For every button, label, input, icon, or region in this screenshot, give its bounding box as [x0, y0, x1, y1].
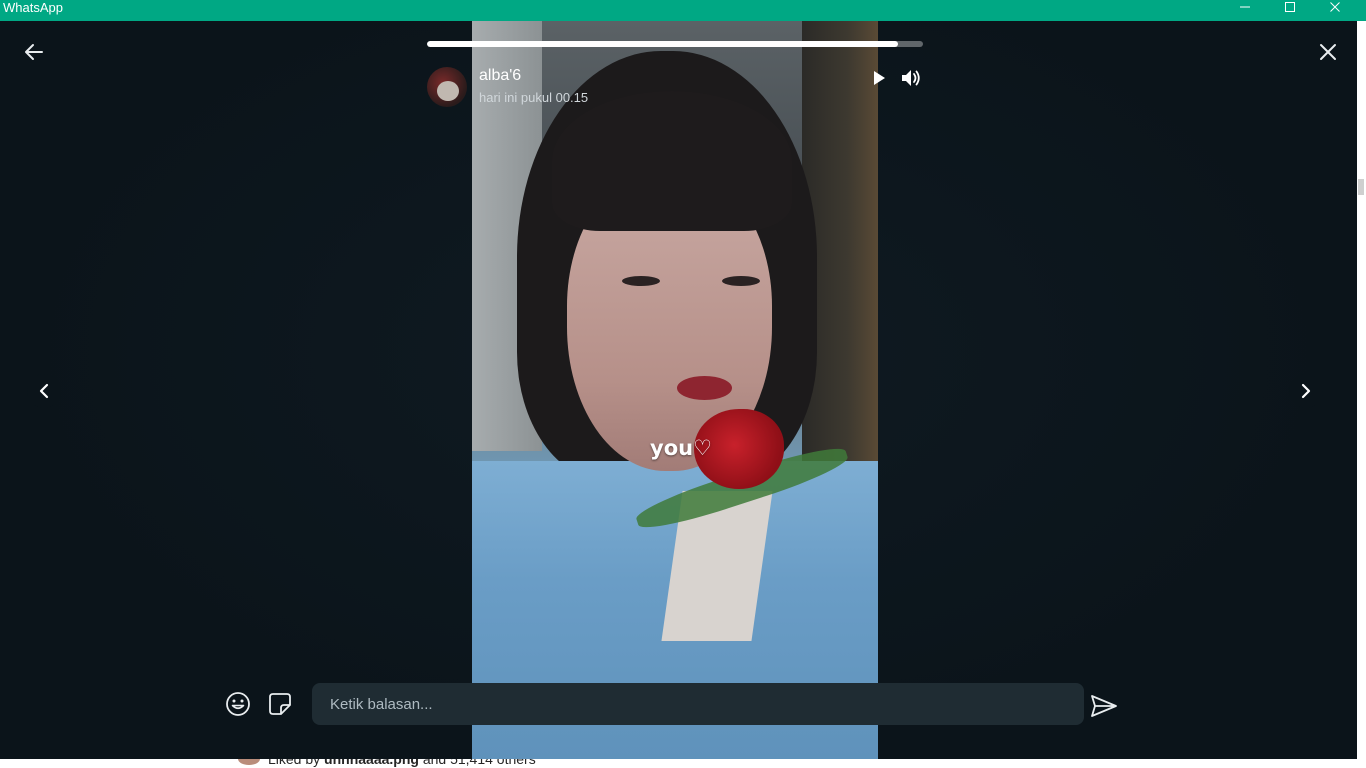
liker-avatar — [238, 759, 260, 765]
reply-input[interactable] — [312, 683, 1084, 725]
status-viewer: you♡ alba'6 hari ini pukul 00.15 — [0, 21, 1357, 759]
liked-by-prefix: Liked by — [268, 759, 321, 767]
background-feed: Liked by unnhaaaa.png and 51,414 others — [0, 759, 1366, 768]
status-progress-bar — [427, 41, 923, 47]
avatar-figure — [437, 81, 459, 101]
window-titlebar: WhatsApp — [0, 0, 1366, 21]
app-title: WhatsApp — [3, 0, 63, 15]
maximize-button[interactable] — [1267, 0, 1312, 21]
status-caption: you♡ — [650, 436, 712, 460]
minimize-button[interactable] — [1222, 0, 1267, 21]
play-button[interactable] — [868, 67, 890, 89]
maximize-icon — [1284, 2, 1295, 12]
window-close-button[interactable] — [1312, 0, 1357, 21]
sticker-button[interactable] — [266, 690, 294, 718]
play-icon — [874, 71, 885, 85]
close-button[interactable] — [1314, 38, 1342, 66]
emoji-button[interactable] — [224, 690, 252, 718]
sticker-icon — [269, 693, 291, 715]
next-status-button[interactable] — [1289, 374, 1323, 408]
send-button[interactable] — [1088, 691, 1120, 721]
close-icon — [1320, 44, 1336, 60]
volume-button[interactable] — [899, 66, 923, 90]
previous-status-button[interactable] — [27, 374, 61, 408]
chevron-right-icon — [1301, 383, 1311, 399]
status-video[interactable]: you♡ — [472, 21, 878, 759]
vertical-scrollbar[interactable] — [1357, 21, 1366, 759]
contact-avatar[interactable] — [427, 67, 467, 107]
video-lips — [677, 376, 732, 400]
status-timestamp: hari ini pukul 00.15 — [479, 90, 589, 105]
send-icon — [1091, 695, 1117, 717]
video-eye-left — [622, 276, 660, 286]
minimize-icon — [1239, 6, 1250, 8]
video-eye-right — [722, 276, 760, 286]
window-close-icon — [1329, 2, 1340, 12]
contact-name[interactable]: alba'6 — [479, 67, 521, 85]
video-bangs — [552, 91, 792, 231]
emoji-icon — [226, 692, 250, 716]
back-button[interactable] — [20, 38, 48, 66]
status-progress-fill — [427, 41, 899, 47]
liked-by-user: unnhaaaa.png — [324, 759, 419, 767]
liked-by-suffix: and 51,414 others — [422, 759, 536, 767]
volume-icon — [902, 70, 920, 86]
scrollbar-thumb[interactable] — [1358, 179, 1364, 195]
back-arrow-icon — [25, 44, 43, 60]
liked-by-line: Liked by unnhaaaa.png and 51,414 others — [268, 759, 536, 767]
chevron-left-icon — [39, 383, 49, 399]
